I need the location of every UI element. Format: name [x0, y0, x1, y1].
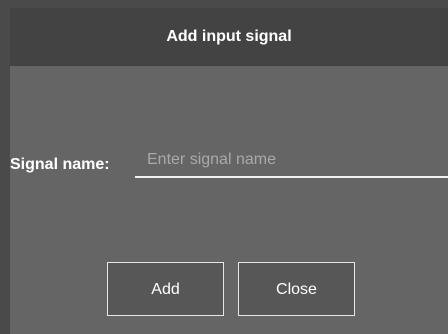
app-frame: Add input signal Signal name: Add Close [0, 0, 448, 334]
signal-name-input[interactable] [135, 144, 448, 178]
add-input-signal-dialog: Add input signal Signal name: Add Close [10, 8, 448, 334]
add-button[interactable]: Add [107, 262, 224, 316]
dialog-titlebar: Add input signal [10, 8, 448, 66]
dialog-title: Add input signal [166, 28, 292, 45]
signal-name-label: Signal name: [10, 156, 110, 173]
close-button[interactable]: Close [238, 262, 355, 316]
